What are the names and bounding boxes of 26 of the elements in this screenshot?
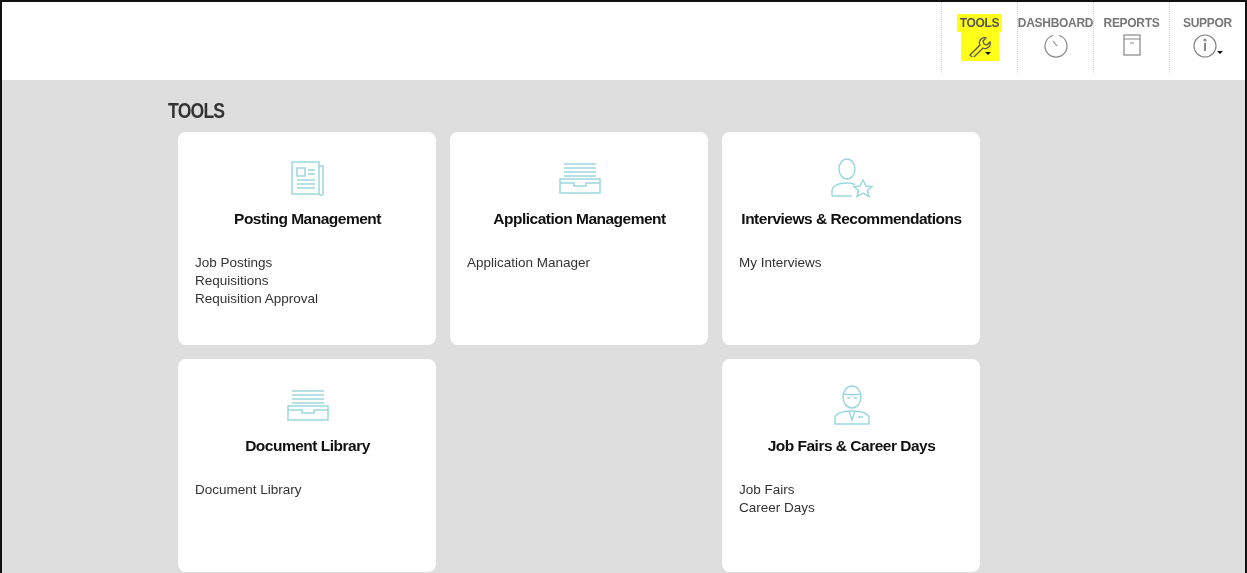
page-heading: TOOLS	[168, 98, 226, 124]
person-star-icon	[828, 156, 875, 200]
report-icon	[1120, 33, 1143, 57]
person-tie-icon	[831, 384, 872, 426]
card-link[interactable]: Application Manager	[467, 254, 591, 272]
nav-tab[interactable]: DASHBOARD	[1017, 2, 1093, 74]
card-link[interactable]: Requisition Approval	[195, 290, 319, 308]
info-icon	[1192, 33, 1223, 59]
nav-tab[interactable]: REPORTS	[1093, 2, 1169, 74]
card-link[interactable]: My Interviews	[739, 254, 822, 272]
card-link[interactable]: Job Postings	[195, 254, 273, 272]
gauge-icon	[1042, 33, 1069, 59]
card-title: Document Library	[244, 437, 371, 455]
inbox-tray-icon	[557, 162, 602, 194]
nav-tab[interactable]: SUPPOR	[1169, 2, 1245, 74]
card-link[interactable]: Job Fairs	[739, 481, 795, 499]
card-title: Posting Management	[233, 210, 383, 228]
newspaper-icon	[289, 160, 326, 196]
nav-tab[interactable]: TOOLS	[941, 2, 1017, 74]
inbox-tray-icon	[285, 389, 330, 421]
card-title: Application Management	[492, 210, 667, 228]
card-link[interactable]: Document Library	[195, 481, 302, 499]
card-link[interactable]: Career Days	[739, 499, 815, 517]
card-title: Job Fairs & Career Days	[766, 437, 937, 455]
card-link[interactable]: Requisitions	[195, 272, 269, 290]
card-title: Interviews & Recommendations	[740, 210, 963, 228]
